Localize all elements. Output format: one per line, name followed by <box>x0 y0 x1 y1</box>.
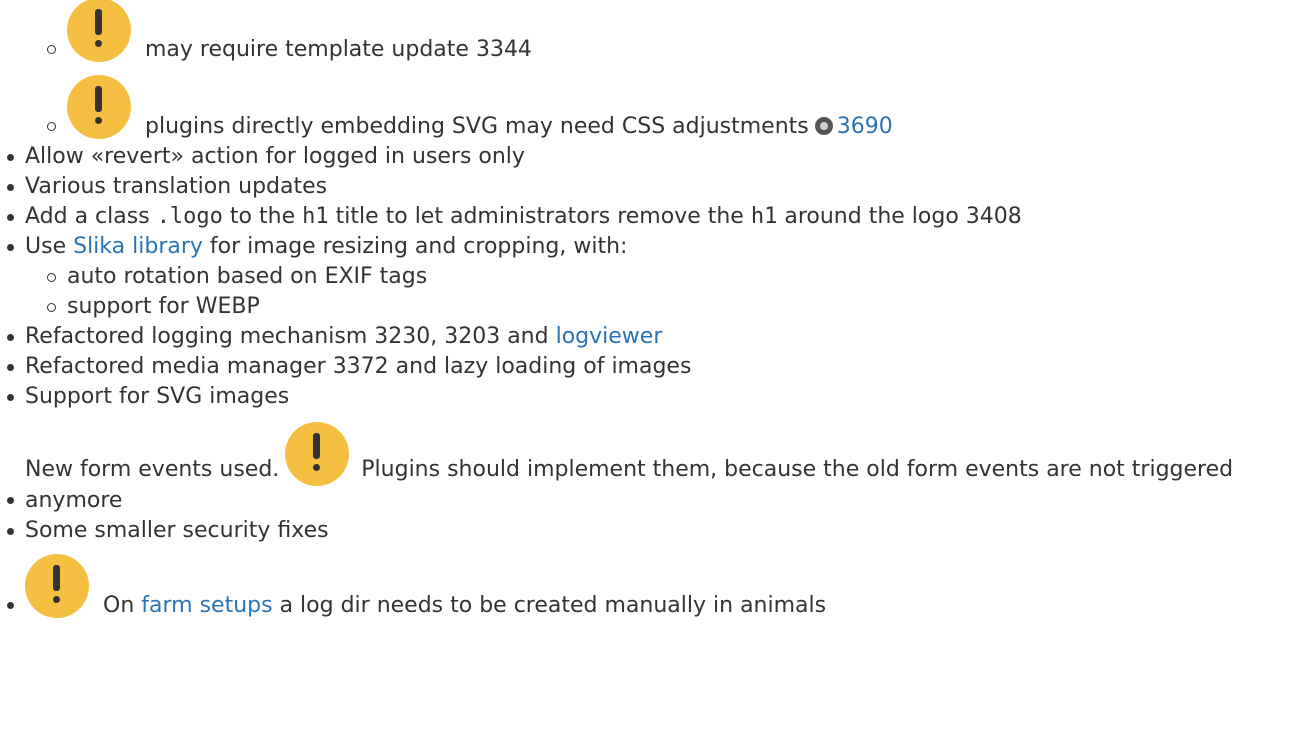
list-item-text: Add a class <box>25 204 150 229</box>
issue-link-3690[interactable]: 3690 <box>837 114 893 139</box>
slika-sub-list: auto rotation based on EXIF tags support… <box>0 262 1295 322</box>
slika-library-link[interactable]: Slika library <box>73 234 203 259</box>
code-h1: h1 <box>750 204 778 229</box>
list-item: support for WEBP <box>33 292 1295 322</box>
list-item-text: around the logo 3408 <box>784 204 1022 229</box>
list-item: On farm setups a log dir needs to be cre… <box>0 554 1295 621</box>
code-h1: h1 <box>302 204 329 229</box>
logviewer-link[interactable]: logviewer <box>556 324 663 349</box>
list-item-text: Support for SVG images <box>25 384 290 409</box>
farm-setups-link[interactable]: farm setups <box>141 593 272 618</box>
list-item: plugins directly embedding SVG may need … <box>33 75 1295 142</box>
list-item-text: Various translation updates <box>25 174 328 199</box>
changelog-list: Allow «revert» action for logged in user… <box>0 142 1295 621</box>
list-item: Refactored logging mechanism 3230, 3203 … <box>0 322 1295 352</box>
warning-icon <box>67 75 131 139</box>
list-item-text: to the <box>229 204 296 229</box>
list-item-text: Allow «revert» action for logged in user… <box>25 144 525 169</box>
nested-warning-list: may require template update 3344 plugins… <box>0 0 1295 142</box>
list-item: Allow «revert» action for logged in user… <box>0 142 1295 172</box>
list-item-text: On <box>103 593 135 618</box>
list-item-text: title to let administrators remove the <box>335 204 744 229</box>
list-item-text: support for WEBP <box>67 294 260 319</box>
list-item-text: auto rotation based on EXIF tags <box>67 264 428 289</box>
warning-icon <box>25 554 89 618</box>
list-item: New form events used. Plugins should impl… <box>0 422 1295 516</box>
list-item: may require template update 3344 <box>33 0 1295 65</box>
list-item-text: New form events used. <box>25 457 280 482</box>
warning-icon <box>285 422 350 486</box>
list-item: auto rotation based on EXIF tags <box>33 262 1295 292</box>
list-item: Various translation updates <box>0 172 1295 202</box>
list-item: Support for SVG images <box>0 382 1295 412</box>
list-item-text: may require template update 3344 <box>145 37 532 62</box>
github-icon <box>814 117 833 135</box>
warning-icon <box>67 0 131 62</box>
list-item: Some smaller security fixes <box>0 516 1295 546</box>
list-item-text: plugins directly embedding SVG may need … <box>145 114 809 139</box>
list-item: Add a class .logo to the h1 title to let… <box>0 202 1295 232</box>
list-item-text: Refactored logging mechanism 3230, 3203 … <box>25 324 549 349</box>
list-item: Refactored media manager 3372 and lazy l… <box>0 352 1295 382</box>
list-item-text: for image resizing and cropping, with: <box>209 234 628 259</box>
changelog-content: may require template update 3344 plugins… <box>0 0 1295 621</box>
list-item: Use Slika library for image resizing and… <box>0 232 1295 322</box>
list-item-text: Some smaller security fixes <box>25 518 329 543</box>
list-item-text: a log dir needs to be created manually i… <box>279 593 827 618</box>
list-item-text: Use <box>25 234 67 259</box>
list-item-text: Refactored media manager 3372 and lazy l… <box>25 354 692 379</box>
code-logo-class: .logo <box>156 204 223 229</box>
